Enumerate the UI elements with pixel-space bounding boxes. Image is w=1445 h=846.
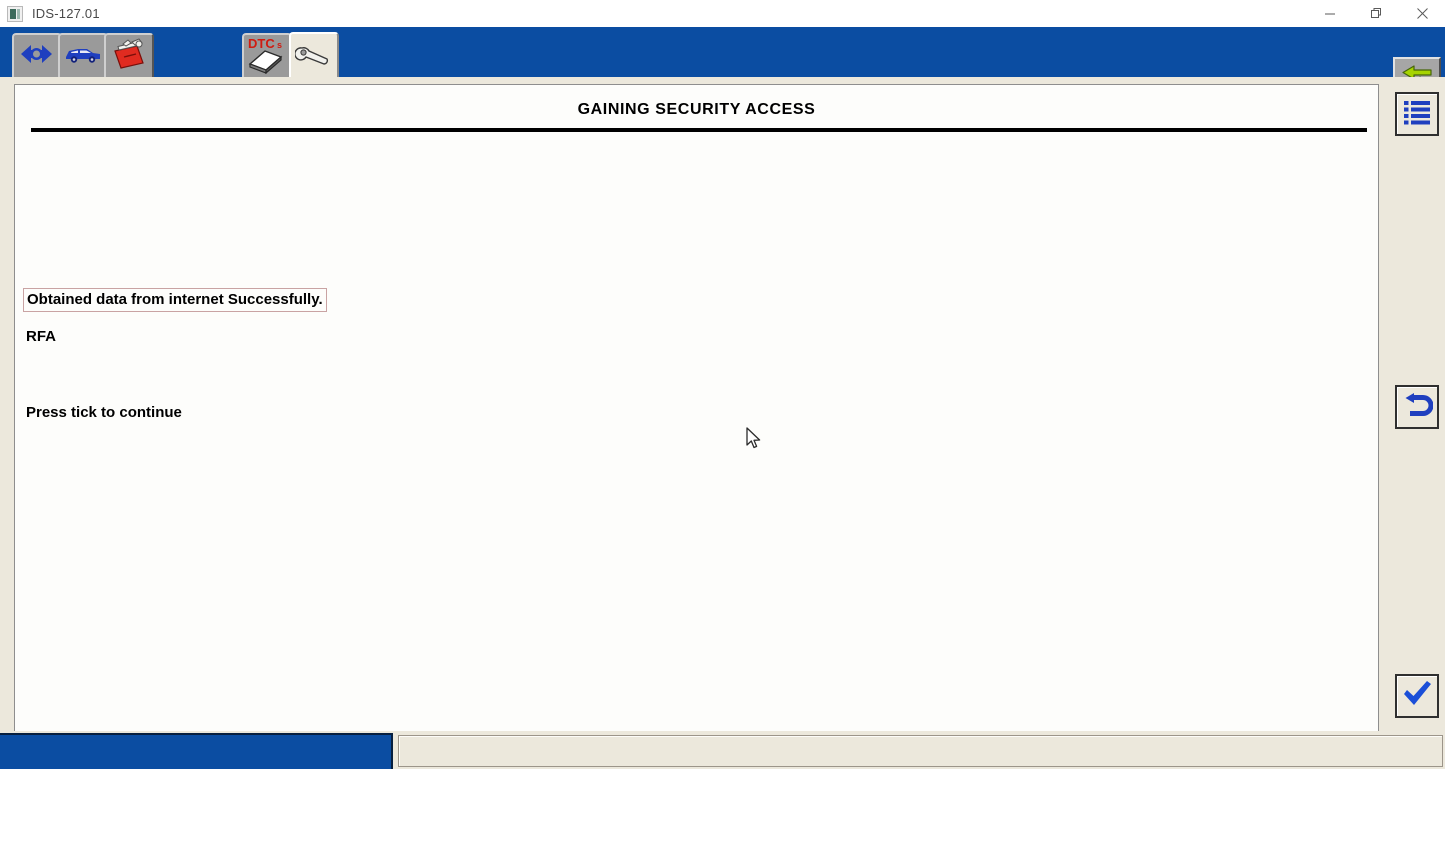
back-button[interactable]	[1395, 385, 1439, 429]
restore-icon[interactable]	[1353, 0, 1399, 27]
close-icon[interactable]	[1399, 0, 1445, 27]
app-icon	[7, 5, 23, 22]
blue-checkmark-icon	[1401, 679, 1433, 714]
wrench-icon	[294, 42, 333, 73]
menu-list-button[interactable]	[1395, 92, 1439, 136]
main-toolbar: DTC s	[0, 27, 1445, 103]
tick-continue-button[interactable]	[1395, 674, 1439, 718]
svg-text:DTC: DTC	[248, 36, 275, 51]
back-arrow-icon	[1401, 391, 1434, 424]
tab-dtc[interactable]: DTC s	[242, 33, 292, 77]
connector-plug-icon	[19, 41, 55, 72]
status-message-field[interactable]	[398, 735, 1443, 767]
minimize-icon[interactable]	[1307, 0, 1353, 27]
tab-tools[interactable]	[289, 32, 339, 80]
module-name: RFA	[26, 328, 56, 345]
vehicle-icon	[63, 43, 103, 70]
status-bar	[0, 731, 1445, 769]
toolbox-icon	[110, 37, 148, 76]
window-titlebar: IDS-127.01	[0, 0, 1445, 28]
window-title: IDS-127.01	[32, 6, 100, 21]
tab-toolbox[interactable]	[104, 33, 154, 77]
list-menu-icon	[1402, 98, 1432, 131]
instruction-text: Press tick to continue	[26, 404, 182, 421]
content-panel: GAINING SECURITY ACCESS Obtained data fr…	[14, 84, 1379, 732]
tab-vehicle[interactable]	[58, 33, 108, 77]
status-message[interactable]: Obtained data from internet Successfully…	[23, 288, 327, 312]
svg-text:s: s	[277, 40, 282, 50]
dtc-icon: DTC s	[245, 35, 289, 77]
status-blue-panel	[0, 733, 393, 769]
right-sidebar: M suc	[1381, 77, 1445, 731]
title-divider	[31, 128, 1367, 132]
tab-connect[interactable]	[12, 33, 62, 77]
page-title: GAINING SECURITY ACCESS	[577, 101, 816, 118]
